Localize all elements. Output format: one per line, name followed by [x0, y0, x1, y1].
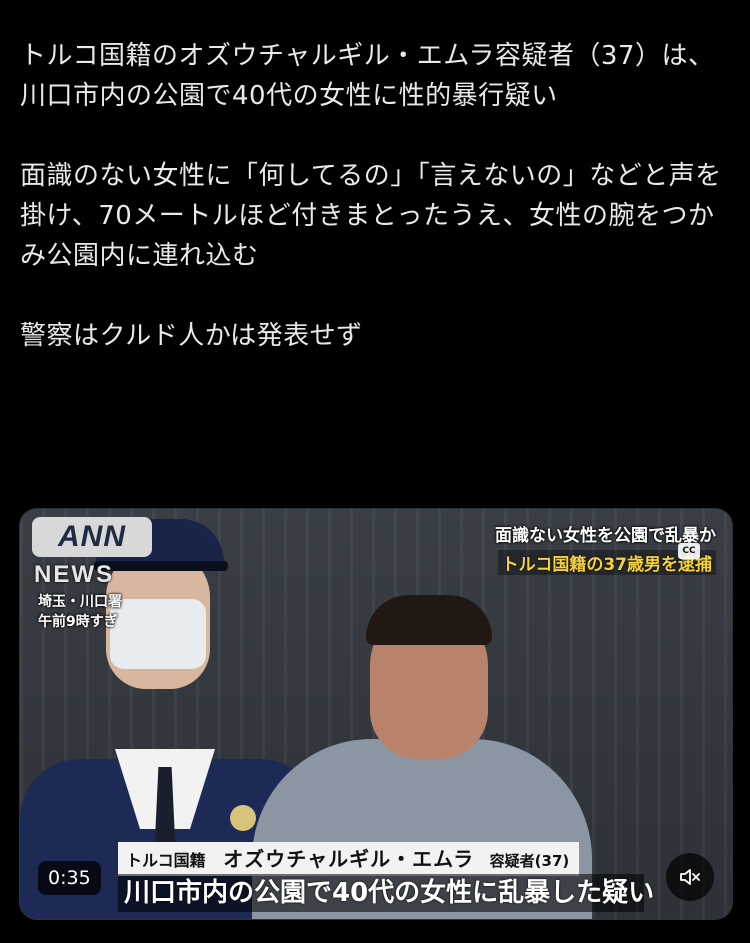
mute-button[interactable] [666, 853, 714, 901]
post-text: トルコ国籍のオズウチャルギル・エムラ容疑者（37）は、川口市内の公園で40代の女… [20, 36, 735, 356]
suspect-title: 容疑者(37) [489, 852, 570, 870]
location-label: 埼玉・川口署 [38, 594, 122, 610]
post-paragraph-2: 面識のない女性に「何してるの」「言えないの」などと声を掛け、70メートルほど付き… [20, 161, 722, 271]
suspect-name: オズウチャルギル・エムラ [223, 847, 475, 871]
video-player[interactable]: ANN NEWS 埼玉・川口署 午前9時すぎ 面識ない女性を公園で乱暴か トルコ… [19, 508, 733, 920]
news-label: NEWS [34, 561, 114, 588]
video-caption: 川口市内の公園で40代の女性に乱暴した疑い [118, 874, 654, 912]
ann-logo: ANN [32, 517, 152, 557]
time-of-day-label: 午前9時すぎ [38, 614, 118, 630]
post-paragraph-1: トルコ国籍のオズウチャルギル・エムラ容疑者（37）は、川口市内の公園で40代の女… [20, 41, 715, 111]
name-bar: トルコ国籍 オズウチャルギル・エムラ 容疑者(37) [118, 842, 580, 876]
closed-captions-button[interactable]: CC [678, 543, 700, 559]
post-paragraph-3: 警察はクルド人かは発表せず [20, 321, 363, 351]
elapsed-time: 0:35 [38, 861, 101, 895]
name-bar-label: トルコ国籍 [126, 851, 206, 870]
speaker-muted-icon [680, 869, 700, 885]
